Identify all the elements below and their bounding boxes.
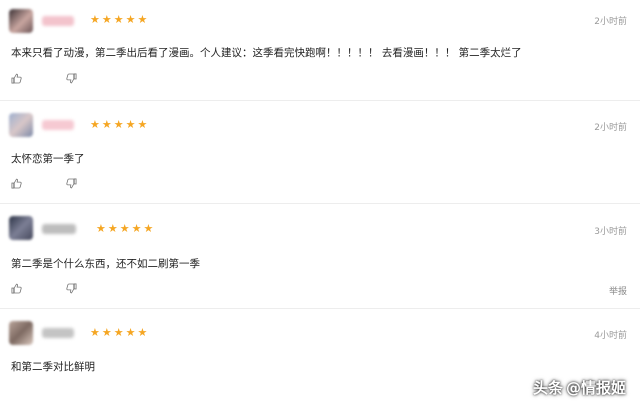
watermark-platform: 头条 (532, 379, 563, 397)
comment-item: ★ ★ ★ ★ ★ 3小时前 第二季是个什么东西，还不如二刷第一季 举报 (0, 203, 640, 308)
comment-time: 4小时前 (594, 331, 627, 341)
comment-actions (11, 178, 77, 189)
thumbs-up-icon[interactable] (11, 73, 22, 84)
star-icon: ★ (137, 326, 148, 339)
star-icon: ★ (137, 118, 148, 131)
star-rating: ★ ★ ★ ★ ★ (90, 14, 147, 25)
thumbs-down-icon[interactable] (66, 178, 77, 189)
thumbs-up-icon[interactable] (11, 283, 22, 294)
star-icon: ★ (125, 13, 136, 26)
star-icon: ★ (101, 118, 112, 131)
comment-text: 和第二季对比鲜明 (11, 361, 95, 373)
comment-time: 3小时前 (594, 227, 627, 237)
comment-text: 本来只看了动漫，第二季出后看了漫画。个人建议：这季看完快跑啊！！！！！ 去看漫画… (11, 47, 522, 59)
star-icon: ★ (101, 326, 112, 339)
star-icon: ★ (90, 326, 100, 339)
thumbs-down-icon[interactable] (66, 283, 77, 294)
star-icon: ★ (113, 118, 124, 131)
star-icon: ★ (131, 222, 142, 235)
star-icon: ★ (107, 222, 118, 235)
username-blurred[interactable] (42, 224, 76, 234)
star-rating: ★ ★ ★ ★ ★ (90, 119, 147, 130)
star-icon: ★ (119, 222, 130, 235)
star-rating: ★ ★ ★ ★ ★ (96, 223, 153, 234)
platform-watermark: 头条 @情报姬 (533, 377, 626, 398)
comment-text: 太怀恋第一季了 (11, 153, 85, 165)
username-blurred[interactable] (42, 16, 74, 26)
star-icon: ★ (101, 13, 112, 26)
thumbs-up-icon[interactable] (11, 178, 22, 189)
star-icon: ★ (125, 326, 136, 339)
star-icon: ★ (90, 118, 100, 131)
star-icon: ★ (96, 222, 106, 235)
comment-item: ★ ★ ★ ★ ★ 2小时前 太怀恋第一季了 (0, 100, 640, 203)
avatar[interactable] (9, 113, 33, 137)
comment-time: 2小时前 (594, 123, 627, 133)
report-link[interactable]: 举报 (609, 284, 627, 297)
thumbs-down-icon[interactable] (66, 73, 77, 84)
avatar[interactable] (9, 321, 33, 345)
avatar[interactable] (9, 216, 33, 240)
username-blurred[interactable] (42, 328, 74, 338)
comment-time: 2小时前 (594, 17, 627, 27)
comment-actions (11, 73, 77, 84)
star-icon: ★ (113, 13, 124, 26)
comment-actions (11, 283, 77, 294)
avatar[interactable] (9, 9, 33, 33)
comment-text: 第二季是个什么东西，还不如二刷第一季 (11, 258, 200, 270)
star-rating: ★ ★ ★ ★ ★ (90, 327, 147, 338)
star-icon: ★ (125, 118, 136, 131)
star-icon: ★ (113, 326, 124, 339)
watermark-handle: @情报姬 (565, 379, 626, 397)
star-icon: ★ (137, 13, 148, 26)
username-blurred[interactable] (42, 120, 74, 130)
star-icon: ★ (90, 13, 100, 26)
star-icon: ★ (143, 222, 154, 235)
comment-item: ★ ★ ★ ★ ★ 2小时前 本来只看了动漫，第二季出后看了漫画。个人建议：这季… (0, 0, 640, 100)
